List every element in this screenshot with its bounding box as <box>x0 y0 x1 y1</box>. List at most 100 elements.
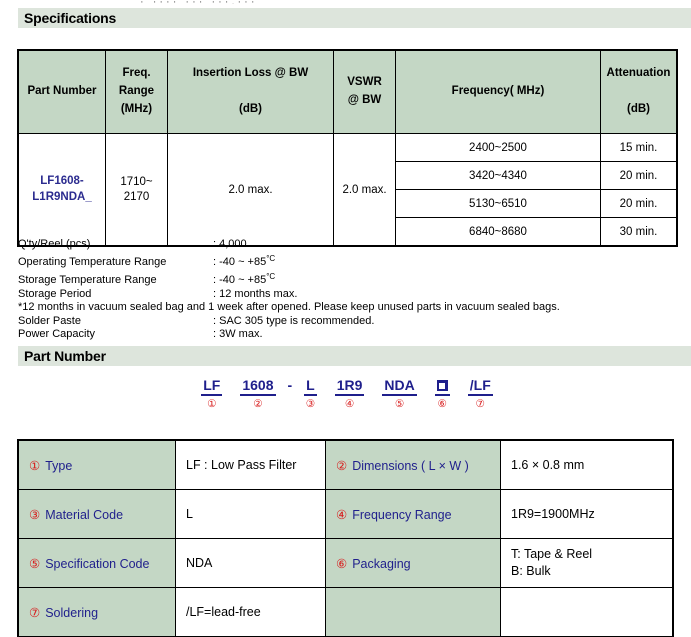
legend-key-packaging: ⑥ Packaging <box>325 538 501 588</box>
pn-index-2: ② <box>253 398 263 410</box>
pn-code-type: LF <box>201 378 223 396</box>
legend-key-soldering-label: Soldering <box>45 605 99 620</box>
specifications-table: Part Number Freq. Range (MHz) Insertion … <box>18 50 677 246</box>
note-power-capacity-label: Power Capacity <box>18 328 96 341</box>
header-insertion-loss: Insertion Loss @ BW (dB) <box>167 50 334 134</box>
legend-value-packaging: T: Tape & Reel B: Bulk <box>500 538 673 588</box>
header-attenuation-line1: Attenuation <box>606 67 671 80</box>
part-number-line2: L1R9NDA_ <box>32 190 92 203</box>
header-attenuation-line2: (dB) <box>627 102 650 115</box>
legend-value-type: LF : Low Pass Filter <box>175 440 326 490</box>
cell-freq-range: 1710~ 2170 <box>105 133 168 246</box>
legend-value-frequency-range: 1R9=1900MHz <box>500 489 673 539</box>
note-storage-temp-label: Storage Temperature Range <box>18 274 157 287</box>
legend-value-soldering: /LF=lead-free <box>175 587 326 637</box>
header-part-number: Part Number <box>18 50 106 134</box>
note-operating-temp-value: : -40 ~ +85 <box>213 256 267 269</box>
legend-value-material-code: L <box>175 489 326 539</box>
header-frequency: Frequency( MHz) <box>395 50 601 134</box>
pn-code-dimensions: 1608 <box>240 378 276 396</box>
part-number-breakdown: LF ① 1608 ② - L ③ 1R9 ④ NDA ⑤ ⑥ /LF ⑦ <box>18 378 676 418</box>
square-icon <box>436 380 448 391</box>
index-2-icon: ② <box>336 458 348 473</box>
part-number-title: Part Number <box>24 348 106 364</box>
legend-key-dimensions-label: Dimensions ( L × W ) <box>352 458 469 473</box>
pn-segment-material: L ③ <box>304 378 317 410</box>
cell-band-attenuation: 30 min. <box>600 217 677 246</box>
legend-key-material-code-label: Material Code <box>45 507 124 522</box>
note-storage-period-value: : 12 months max. <box>213 287 298 300</box>
cell-vswr: 2.0 max. <box>333 133 396 246</box>
cell-band-attenuation: 20 min. <box>600 161 677 190</box>
note-power-capacity: Power Capacity : 3W max. <box>18 328 560 342</box>
index-1-icon: ① <box>29 458 41 473</box>
note-vacuum-bag: *12 months in vacuum sealed bag and 1 we… <box>18 301 560 314</box>
pn-segment-packaging: ⑥ <box>434 378 450 410</box>
table-row: ⑤ Specification Code NDA ⑥ Packaging T: Ta… <box>18 538 673 588</box>
note-operating-temp: Operating Temperature Range: -40 ~ +85°C <box>18 252 560 270</box>
degree-celsius-unit: °C <box>266 253 276 263</box>
legend-key-material-code: ③ Material Code <box>18 489 176 539</box>
legend-key-dimensions: ② Dimensions ( L × W ) <box>325 440 501 490</box>
table-row: ③ Material Code L ④ Frequency Range 1R9=19… <box>18 489 673 539</box>
header-insertion-loss-line1: Insertion Loss @ BW <box>192 67 309 80</box>
header-vswr-line1: VSWR <box>347 76 382 89</box>
note-storage-period-label: Storage Period <box>18 287 92 300</box>
legend-key-frequency-range: ④ Frequency Range <box>325 489 501 539</box>
note-qty-reel: Q'ty/Reel (pcs) : 4,000 <box>18 238 560 252</box>
part-number-legend-table: ① Type LF : Low Pass Filter ② Dimensions (… <box>18 440 673 637</box>
legend-key-specification-code: ⑤ Specification Code <box>18 538 176 588</box>
pn-code-packaging <box>434 378 450 396</box>
legend-value-dimensions: 1.6 × 0.8 mm <box>500 440 673 490</box>
table-row: LF1608- L1R9NDA_ 1710~ 2170 2.0 max. 2.0… <box>18 133 677 246</box>
header-insertion-loss-line2: (dB) <box>239 102 262 115</box>
cell-part-number: LF1608- L1R9NDA_ <box>18 133 106 246</box>
table-row: ① Type LF : Low Pass Filter ② Dimensions (… <box>18 440 673 490</box>
pn-index-7: ⑦ <box>475 398 485 410</box>
legend-key-specification-code-label: Specification Code <box>45 556 150 571</box>
specifications-title: Specifications <box>24 10 117 26</box>
pn-code-soldering: /LF <box>467 378 493 396</box>
header-freq-range-line3: (MHz) <box>120 102 153 115</box>
packaging-option-tape-reel: T: Tape & Reel <box>511 547 593 562</box>
pn-code-material: L <box>304 378 317 396</box>
legend-value-empty <box>500 587 673 637</box>
cell-insertion-loss: 2.0 max. <box>167 133 334 246</box>
pn-index-3: ③ <box>305 398 316 410</box>
pn-segment-dimensions: 1608 ② <box>240 378 276 410</box>
legend-key-packaging-label: Packaging <box>352 556 411 571</box>
note-qty-reel-value: : 4,000 <box>213 238 247 250</box>
note-solder-paste-value: : SAC 305 type is recommended. <box>213 314 375 327</box>
header-freq-range-line1: Freq. <box>122 67 151 80</box>
index-3-icon: ③ <box>29 507 41 522</box>
pn-segment-frequency: 1R9 ④ <box>334 378 365 410</box>
section-band-specifications: Specifications <box>18 8 691 28</box>
truncated-top-text: · ···· ··· ···,··· <box>140 0 560 4</box>
header-vswr: VSWR @ BW <box>333 50 396 134</box>
header-attenuation: Attenuation (dB) <box>600 50 677 134</box>
cell-band-frequency: 5130~6510 <box>395 189 601 218</box>
legend-value-specification-code: NDA <box>175 538 326 588</box>
pn-segment-type: LF ① <box>201 378 223 410</box>
note-solder-paste-label: Solder Paste <box>18 314 81 327</box>
index-5-icon: ⑤ <box>29 556 41 571</box>
packaging-option-bulk: B: Bulk <box>511 564 551 578</box>
header-vswr-line2: @ BW <box>347 94 382 106</box>
index-4-icon: ④ <box>336 507 348 522</box>
note-power-capacity-value: : 3W max. <box>213 328 263 341</box>
legend-key-empty <box>325 587 501 637</box>
cell-band-attenuation: 15 min. <box>600 133 677 162</box>
note-qty-reel-label: Q'ty/Reel (pcs) <box>18 238 91 250</box>
index-7-icon: ⑦ <box>29 605 41 620</box>
legend-key-type: ① Type <box>18 440 176 490</box>
note-solder-paste: Solder Paste : SAC 305 type is recommende… <box>18 315 560 329</box>
pn-index-4: ④ <box>344 398 355 410</box>
section-band-part-number: Part Number <box>18 346 691 366</box>
header-freq-range: Freq. Range (MHz) <box>105 50 168 134</box>
cell-band-frequency: 3420~4340 <box>395 161 601 190</box>
degree-celsius-unit: °C <box>266 271 276 281</box>
pn-index-6: ⑥ <box>437 398 447 410</box>
cell-band-attenuation: 20 min. <box>600 189 677 218</box>
cell-band-frequency: 2400~2500 <box>395 133 601 162</box>
legend-key-frequency-range-label: Frequency Range <box>352 507 452 522</box>
